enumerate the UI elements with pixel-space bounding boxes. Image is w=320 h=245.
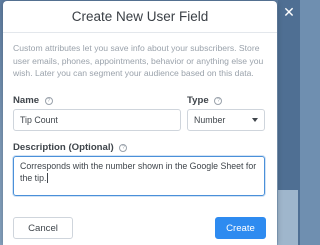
description-label: Description (Optional) ? [13, 142, 128, 153]
close-icon[interactable]: ✕ [278, 0, 300, 30]
type-help-icon[interactable]: ? [214, 97, 223, 105]
modal-title: Create New User Field [71, 9, 209, 24]
description-textarea[interactable]: Corresponds with the number shown in the… [13, 156, 265, 196]
type-select-value: Number [194, 115, 226, 125]
cancel-button[interactable]: Cancel [13, 217, 73, 239]
type-select[interactable]: Number [187, 109, 265, 131]
type-label-text: Type [187, 95, 209, 106]
text-cursor [47, 173, 49, 183]
name-label-text: Name [13, 95, 40, 106]
background-page-card [278, 190, 298, 245]
create-button[interactable]: Create [215, 217, 266, 239]
type-label: Type ? [187, 95, 223, 106]
caret-down-icon [252, 118, 258, 122]
description-help-icon[interactable]: ? [119, 144, 128, 152]
modal-description: Custom attributes let you save info abou… [13, 43, 264, 78]
name-label: Name ? [13, 95, 53, 106]
create-user-field-modal: Create New User Field Custom attributes … [3, 1, 277, 245]
name-help-icon[interactable]: ? [44, 97, 53, 105]
name-input-value: Tip Count [20, 115, 58, 125]
name-input[interactable]: Tip Count [13, 109, 181, 131]
description-label-text: Description (Optional) [13, 142, 114, 153]
description-textarea-value: Corresponds with the number shown in the… [20, 161, 257, 183]
modal-header: Create New User Field [3, 1, 277, 33]
